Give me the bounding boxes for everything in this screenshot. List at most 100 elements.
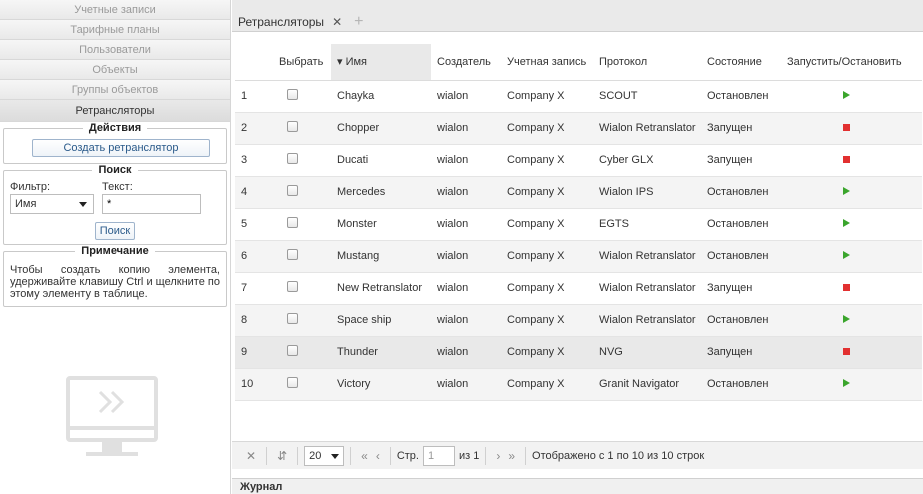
col-account[interactable]: Учетная запись [501,44,593,81]
next-page-icon[interactable]: › [496,449,500,463]
divider [297,446,299,465]
page-size-select[interactable]: 20 [304,445,345,466]
col-state[interactable]: Состояние [701,44,781,81]
pager-status: Отображено с 1 по 10 из 10 строк [532,449,705,462]
cell-select [273,144,331,177]
cell-action [781,304,922,337]
stop-icon[interactable] [843,124,850,131]
sidebar-item-users[interactable]: Пользователи [0,40,230,60]
cell-creator: wialon [431,176,501,209]
row-checkbox[interactable] [287,249,298,260]
sidebar-item-accounts[interactable]: Учетные записи [0,0,230,20]
row-checkbox[interactable] [287,153,298,164]
table-row[interactable]: 1 Chayka wialon Company X SCOUT Остановлен [235,80,922,113]
cell-account: Company X [501,80,593,113]
stop-icon[interactable] [843,156,850,163]
table-row[interactable]: 5 Monster wialon Company X EGTS Остановлен [235,208,922,241]
play-icon[interactable] [843,187,850,195]
cell-creator: wialon [431,112,501,145]
table-row[interactable]: 7 New Retranslator wialon Company X Wialon R… [235,272,922,305]
cell-protocol: Granit Navigator [593,368,701,401]
col-creator[interactable]: Создатель [431,44,501,81]
cell-action [781,336,922,369]
clear-icon[interactable]: ✕ [246,449,256,463]
sidebar-item-tariffs[interactable]: Тарифные планы [0,20,230,40]
row-checkbox[interactable] [287,281,298,292]
cell-name: New Retranslator [331,272,431,305]
row-checkbox[interactable] [287,313,298,324]
stop-icon[interactable] [843,284,850,291]
cell-number: 9 [235,336,273,369]
actions-panel: Действия Создать ретранслятор [3,122,227,164]
play-icon[interactable] [843,379,850,387]
cell-state: Запущен [701,112,781,145]
cell-account: Company X [501,336,593,369]
cell-creator: wialon [431,336,501,369]
page-input[interactable] [422,445,455,466]
cell-state: Остановлен [701,176,781,209]
monitor-icon [64,372,160,464]
sort-reset-icon[interactable]: ⇵ [277,449,287,463]
stop-icon[interactable] [843,348,850,355]
play-icon[interactable] [843,315,850,323]
play-icon[interactable] [843,251,850,259]
sidebar-item-object-groups[interactable]: Группы объектов [0,80,230,100]
row-checkbox[interactable] [287,377,298,388]
table-row[interactable]: 6 Mustang wialon Company X Wialon Retranslat… [235,240,922,273]
create-retranslator-button[interactable]: Создать ретранслятор [32,139,210,157]
cell-creator: wialon [431,208,501,241]
cell-action [781,240,922,273]
search-text-input[interactable] [102,194,201,214]
cell-action [781,208,922,241]
col-start-stop: Запустить/Остановить [781,44,922,81]
note-text: Чтобы создать копию элемента, удерживайт… [10,264,220,300]
tab-retranslators[interactable]: Ретрансляторы ✕ + [238,12,363,32]
table-row[interactable]: 8 Space ship wialon Company X Wialon Retrans… [235,304,922,337]
prev-page-icon[interactable]: ‹ [376,449,380,463]
cell-number: 2 [235,112,273,145]
col-protocol[interactable]: Протокол [593,44,701,81]
add-tab-icon[interactable]: + [354,13,363,30]
last-page-icon[interactable]: » [508,449,515,463]
search-panel: Поиск Фильтр: Имя Текст: По [3,164,227,245]
col-name[interactable]: ▾ Имя [331,44,431,81]
filter-value: Имя [15,198,37,210]
cell-state: Остановлен [701,240,781,273]
play-icon[interactable] [843,91,850,99]
sidebar-item-objects[interactable]: Объекты [0,60,230,80]
row-checkbox[interactable] [287,345,298,356]
main-area: Ретрансляторы ✕ + Выбрать ▾ Имя Создатель … [232,0,923,494]
play-icon[interactable] [843,219,850,227]
col-select[interactable]: Выбрать [273,44,331,81]
cell-number: 6 [235,240,273,273]
table-row[interactable]: 4 Mercedes wialon Company X Wialon IPS Остано… [235,176,922,209]
cell-number: 3 [235,144,273,177]
table-row[interactable]: 9 Thunder wialon Company X NVG Запущен [235,336,922,369]
first-page-icon[interactable]: « [361,449,368,463]
sidebar-item-retranslators[interactable]: Ретрансляторы [0,100,230,122]
row-checkbox[interactable] [287,185,298,196]
cell-name: Ducati [331,144,431,177]
cell-protocol: Wialon IPS [593,176,701,209]
close-icon[interactable]: ✕ [332,15,342,29]
row-checkbox[interactable] [287,217,298,228]
cell-account: Company X [501,176,593,209]
table-row[interactable]: 2 Chopper wialon Company X Wialon Retranslat… [235,112,922,145]
actions-title: Действия [82,122,148,134]
cell-select [273,272,331,305]
row-checkbox[interactable] [287,121,298,132]
journal-bar[interactable]: Журнал [232,478,923,494]
divider [389,446,391,465]
cell-account: Company X [501,272,593,305]
table-row[interactable]: 3 Ducati wialon Company X Cyber GLX Запущен [235,144,922,177]
cell-protocol: Wialon Retranslator [593,272,701,305]
row-checkbox[interactable] [287,89,298,100]
note-title: Примечание [75,245,155,257]
divider [525,446,527,465]
filter-select[interactable]: Имя [10,194,94,214]
search-button[interactable]: Поиск [94,222,136,240]
cell-creator: wialon [431,368,501,401]
table-row[interactable]: 10 Victory wialon Company X Granit Navigator… [235,368,922,401]
cell-name: Monster [331,208,431,241]
cell-creator: wialon [431,240,501,273]
